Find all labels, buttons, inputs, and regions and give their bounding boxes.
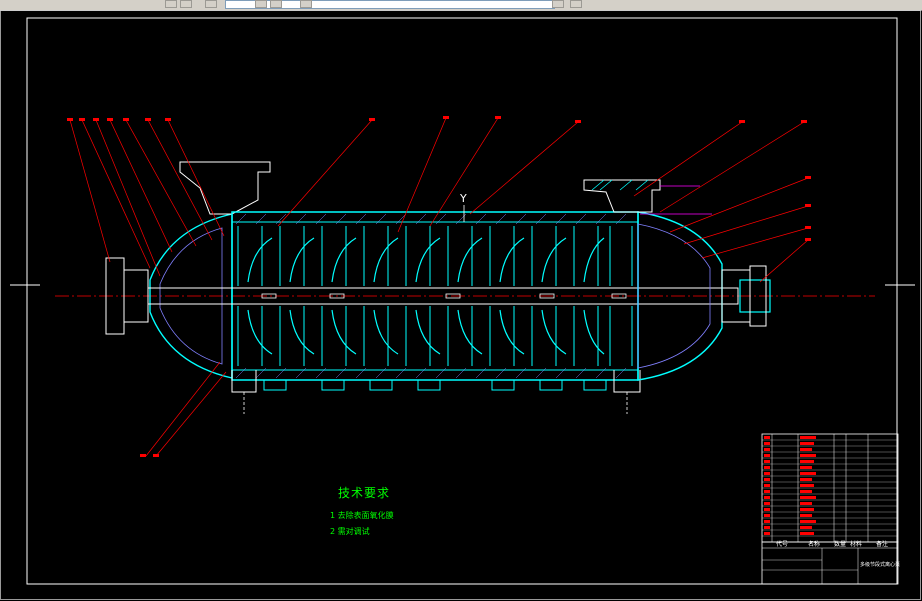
dropdown-icon[interactable] bbox=[205, 0, 217, 8]
properties-icon[interactable] bbox=[570, 0, 582, 8]
tech-requirement-1: 1 去除表面氧化膜 bbox=[330, 511, 394, 520]
callout-balloons bbox=[67, 116, 811, 457]
title-col-material: 材料 bbox=[850, 540, 862, 548]
title-block: 代号 名称 数量 材料 备注 多级节段式离心泵 bbox=[761, 540, 900, 585]
part-callouts bbox=[69, 117, 809, 457]
suction-nozzle bbox=[179, 161, 271, 215]
parts-list-table bbox=[761, 433, 899, 543]
discharge-nozzle-hatch bbox=[591, 179, 649, 191]
cad-drawing-canvas[interactable]: Y 代号 名称 数量 材料 备注 多级节段式离心泵 bbox=[0, 10, 922, 601]
layers-icon[interactable] bbox=[165, 0, 177, 8]
pump-assembly bbox=[105, 161, 771, 414]
layer-state-icon[interactable] bbox=[180, 0, 192, 8]
lineweight-icon[interactable] bbox=[300, 0, 312, 8]
tech-requirements-title: 技术要求 bbox=[338, 486, 391, 500]
drawing-name: 多级节段式离心泵 bbox=[860, 561, 900, 568]
title-col-code: 代号 bbox=[776, 540, 788, 548]
discharge-nozzle bbox=[583, 179, 661, 213]
color-icon[interactable] bbox=[255, 0, 267, 8]
view-marker-y: Y bbox=[459, 192, 467, 205]
tech-requirement-2: 2 需对调试 bbox=[330, 527, 370, 536]
print-icon[interactable] bbox=[552, 0, 564, 8]
casing-feet bbox=[263, 379, 607, 391]
title-col-name: 名称 bbox=[808, 540, 820, 548]
support-leg-left bbox=[231, 370, 257, 393]
support-leg-right bbox=[613, 370, 641, 393]
impellers-bottom bbox=[247, 309, 605, 355]
linetype-icon[interactable] bbox=[270, 0, 282, 8]
impellers-top bbox=[247, 237, 605, 283]
title-col-qty: 数量 bbox=[834, 540, 846, 548]
title-col-note: 备注 bbox=[876, 540, 888, 548]
outer-sheet-border bbox=[0, 10, 921, 600]
